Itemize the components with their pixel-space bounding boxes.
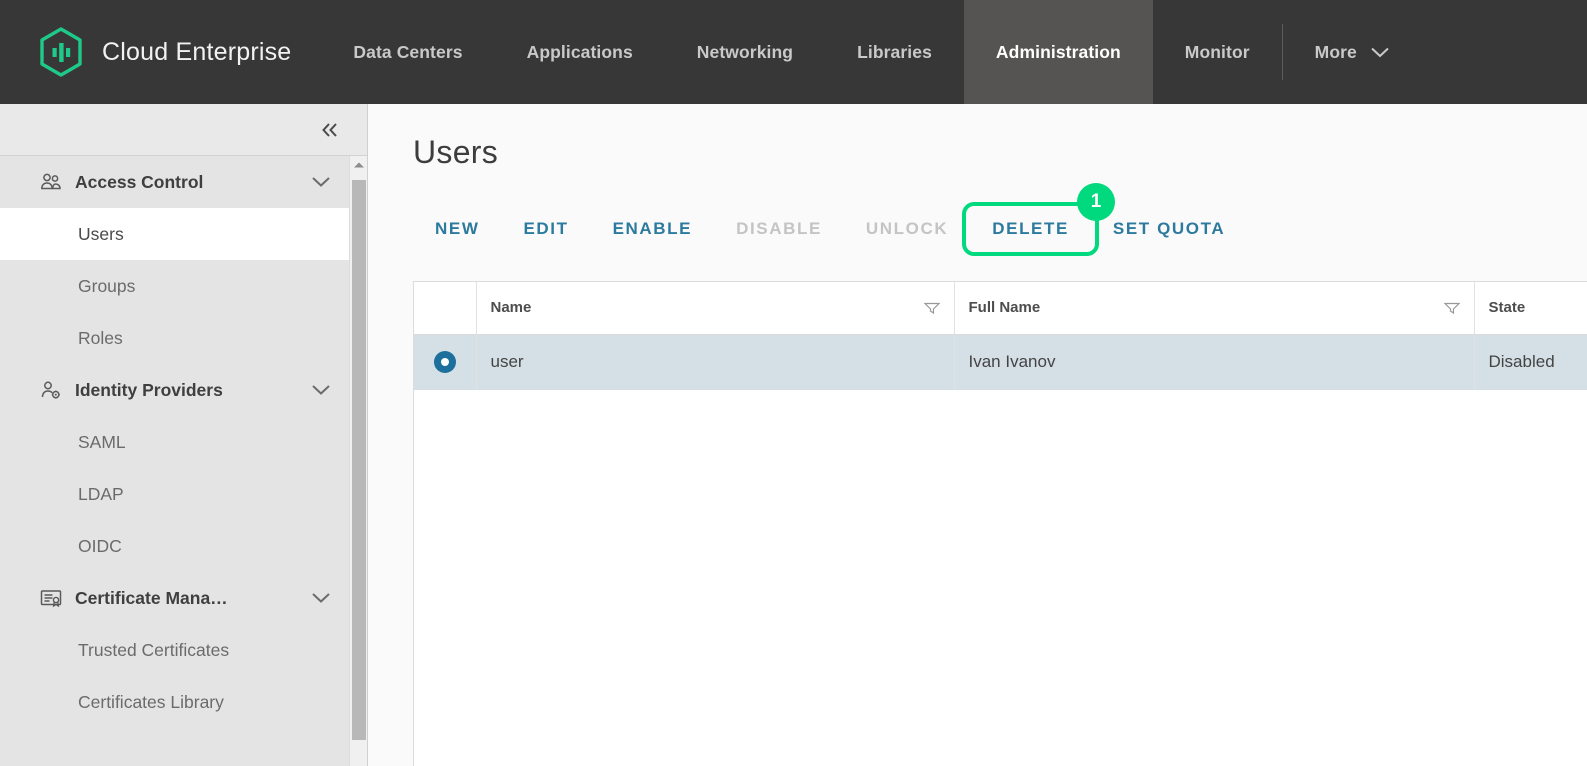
application-window: Cloud Enterprise Data Centers Applicatio… [0, 0, 1587, 766]
top-navigation-bar: Cloud Enterprise Data Centers Applicatio… [0, 0, 1587, 104]
hexagon-bars-logo-icon [40, 27, 82, 77]
chevron-down-icon [1371, 47, 1389, 57]
table-header-name[interactable]: Name [475, 282, 954, 335]
scrollbar-thumb[interactable] [352, 180, 366, 740]
brand-area[interactable]: Cloud Enterprise [0, 0, 321, 104]
brand-title: Cloud Enterprise [102, 37, 292, 66]
sidebar-group-access-control[interactable]: Access Control [0, 156, 349, 208]
radio-selected-icon[interactable] [433, 351, 456, 374]
certificate-icon [40, 587, 62, 609]
user-gear-icon [40, 379, 62, 401]
sidebar-collapse-button[interactable] [315, 115, 345, 145]
caret-up-icon [353, 162, 364, 168]
sidebar-item-groups[interactable]: Groups [0, 260, 349, 312]
edit-button[interactable]: EDIT [501, 209, 590, 249]
sidebar-header [0, 104, 367, 156]
body-container: Access Control Users Groups Roles Identi… [0, 104, 1587, 766]
table-header-state[interactable]: State [1473, 282, 1587, 335]
main-content: Users NEW EDIT ENABLE DISABLE UNLOCK DEL… [368, 104, 1587, 766]
filter-icon[interactable] [923, 302, 940, 314]
sidebar-scroll-area: Access Control Users Groups Roles Identi… [0, 156, 367, 766]
table-header-full-name[interactable]: Full Name [953, 282, 1474, 335]
row-full-name: Ivan Ivanov [953, 334, 1474, 390]
table-empty-area [414, 390, 1587, 766]
unlock-button: UNLOCK [844, 209, 970, 249]
filter-icon[interactable] [1443, 302, 1460, 314]
nav-item-administration[interactable]: Administration [963, 0, 1153, 104]
chevron-down-icon[interactable] [311, 176, 331, 188]
disable-button: DISABLE [714, 209, 844, 249]
chevron-down-icon[interactable] [311, 592, 331, 604]
nav-item-monitor[interactable]: Monitor [1153, 0, 1282, 104]
users-table-container: Name Full Name State user Ivan Ivanov Di… [413, 281, 1587, 766]
row-selector-cell[interactable] [414, 334, 476, 390]
row-state: Disabled [1473, 334, 1587, 390]
nav-item-more[interactable]: More [1283, 0, 1409, 104]
nav-item-data-centers[interactable]: Data Centers [321, 0, 494, 104]
double-chevron-left-icon [322, 122, 337, 137]
table-row[interactable]: user Ivan Ivanov Disabled [414, 334, 1587, 390]
new-button[interactable]: NEW [413, 209, 501, 249]
table-header-row: Name Full Name State [414, 282, 1587, 335]
sidebar-group-label: Identity Providers [75, 379, 223, 400]
nav-item-networking[interactable]: Networking [665, 0, 825, 104]
sidebar-item-trusted-certificates[interactable]: Trusted Certificates [0, 624, 349, 676]
sidebar-group-certificate-management[interactable]: Certificate Mana… [0, 572, 349, 624]
nav-item-applications[interactable]: Applications [495, 0, 665, 104]
sidebar-nav: Access Control Users Groups Roles Identi… [0, 156, 349, 766]
nav-item-libraries[interactable]: Libraries [825, 0, 964, 104]
delete-button[interactable]: DELETE [970, 209, 1091, 249]
sidebar-group-label: Access Control [75, 171, 204, 192]
nav-item-more-label: More [1314, 41, 1357, 62]
sidebar-scrollbar[interactable] [349, 156, 367, 766]
action-toolbar: NEW EDIT ENABLE DISABLE UNLOCK DELETE SE… [388, 171, 1587, 256]
sidebar-item-roles[interactable]: Roles [0, 312, 349, 364]
table-header-selector [414, 282, 476, 335]
sidebar-item-users[interactable]: Users [0, 208, 349, 260]
page-title: Users [413, 134, 499, 170]
scrollbar-up-button[interactable] [350, 156, 367, 174]
chevron-down-icon[interactable] [311, 384, 331, 396]
enable-button[interactable]: ENABLE [591, 209, 715, 249]
table-header-state-label: State [1488, 299, 1526, 317]
nav-item-list: Data Centers Applications Networking Lib… [321, 0, 1587, 104]
sidebar-group-identity-providers[interactable]: Identity Providers [0, 364, 349, 416]
sidebar-group-label: Certificate Mana… [75, 587, 228, 608]
users-group-icon [40, 171, 62, 193]
sidebar-item-saml[interactable]: SAML [0, 416, 349, 468]
sidebar-item-certificates-library[interactable]: Certificates Library [0, 676, 349, 728]
row-name[interactable]: user [475, 334, 954, 390]
set-quota-button[interactable]: SET QUOTA [1091, 209, 1247, 249]
table-header-name-label: Name [490, 299, 532, 317]
users-table: Name Full Name State user Ivan Ivanov Di… [414, 282, 1587, 390]
sidebar-item-oidc[interactable]: OIDC [0, 520, 349, 572]
sidebar: Access Control Users Groups Roles Identi… [0, 104, 367, 766]
sidebar-item-ldap[interactable]: LDAP [0, 468, 349, 520]
table-header-full-name-label: Full Name [968, 299, 1041, 317]
